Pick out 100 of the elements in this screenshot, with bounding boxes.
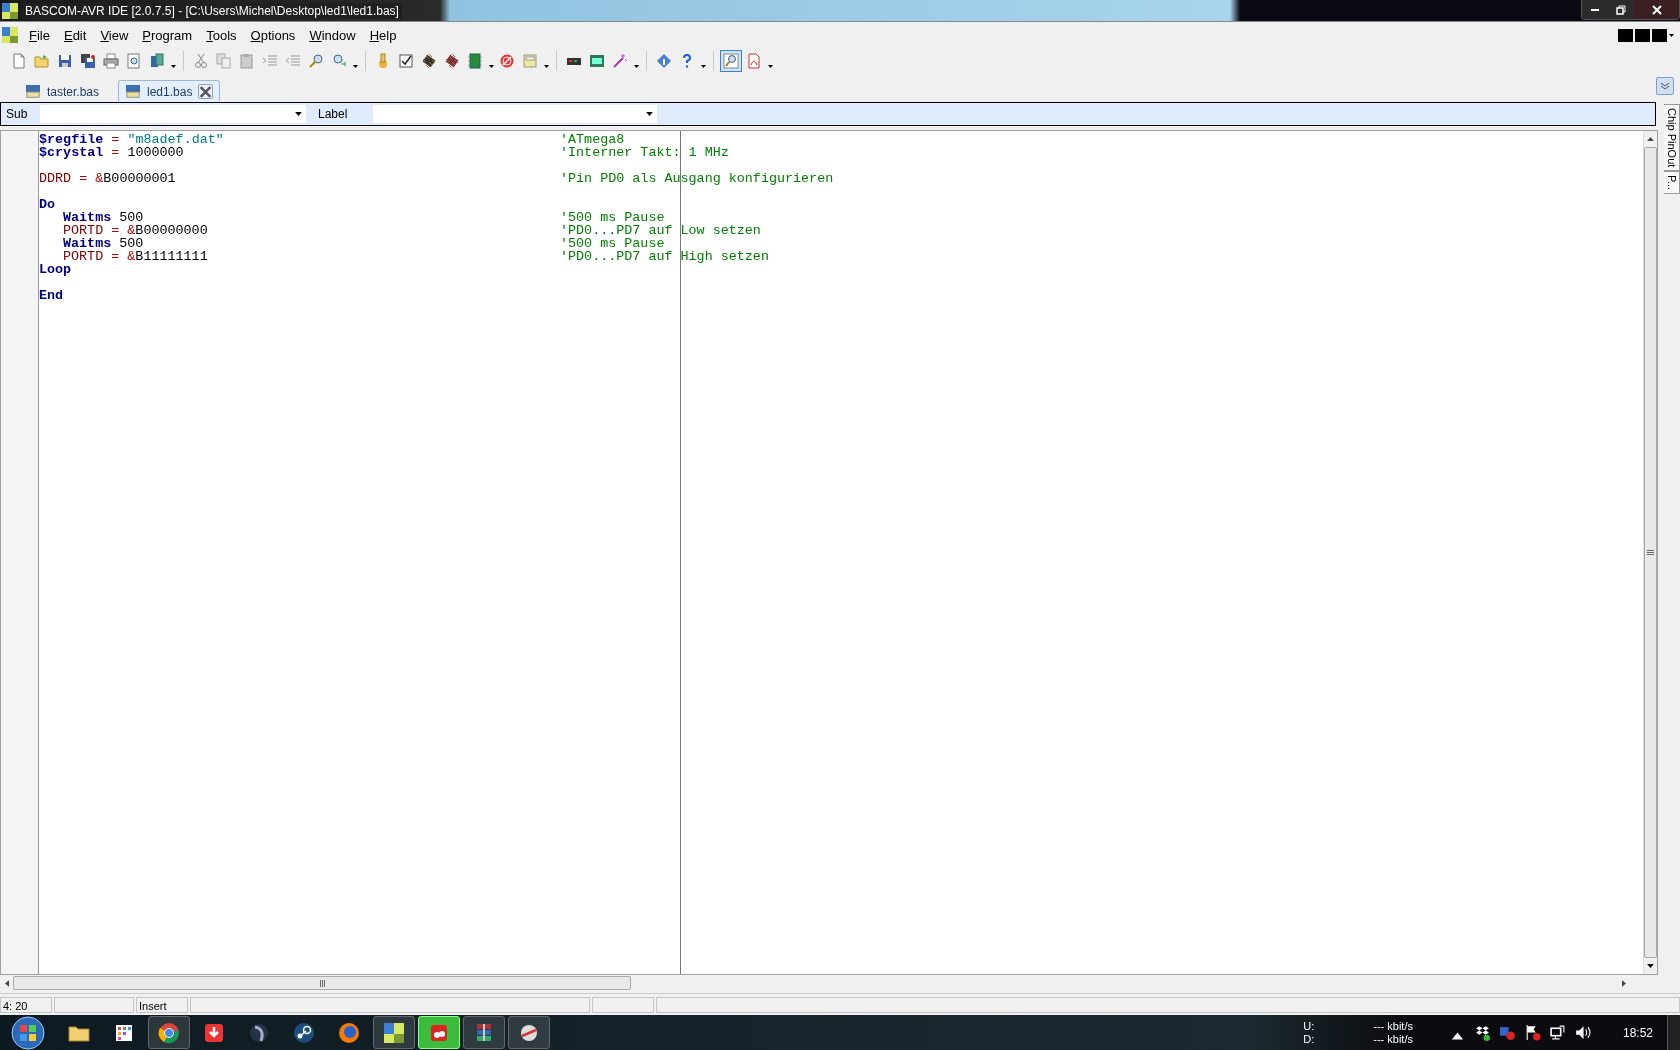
zoom-icon bbox=[723, 53, 739, 69]
upload-label: U: bbox=[1303, 1019, 1316, 1033]
tab-close-button[interactable] bbox=[198, 84, 214, 99]
menu-item[interactable]: File bbox=[22, 25, 57, 45]
print-preview-icon bbox=[126, 53, 142, 69]
double-chevron-icon bbox=[1660, 82, 1670, 90]
start-button[interactable] bbox=[8, 1015, 48, 1050]
menu-item[interactable]: Help bbox=[362, 25, 404, 45]
download-label: D: bbox=[1303, 1032, 1316, 1046]
code-comment: 'Interner Takt: 1 MHz bbox=[560, 146, 729, 159]
info-icon bbox=[656, 53, 672, 69]
sub-label: Sub bbox=[5, 107, 29, 121]
code-line: PORTD = &B00000000 bbox=[62, 224, 209, 237]
menu-item[interactable]: Program bbox=[135, 25, 200, 45]
restore-icon bbox=[1616, 4, 1626, 15]
code-line: PORTD = &B11111111 bbox=[62, 250, 209, 263]
minimize-icon bbox=[1591, 8, 1599, 11]
app-logo-icon bbox=[383, 1021, 405, 1044]
speaker-icon[interactable] bbox=[1573, 1024, 1591, 1041]
wand-icon bbox=[612, 53, 628, 69]
file-icon bbox=[25, 84, 41, 99]
checkbox-icon bbox=[398, 53, 414, 69]
taskbar-button[interactable] bbox=[508, 1016, 550, 1049]
browser-icon bbox=[158, 1021, 180, 1044]
caret-icon bbox=[295, 112, 302, 116]
restore-button[interactable] bbox=[1608, 0, 1634, 19]
zoom-button[interactable] bbox=[720, 50, 742, 72]
stop-icon bbox=[499, 53, 515, 69]
close-icon bbox=[1651, 4, 1662, 15]
upload-rate: --- kbit/s bbox=[1373, 1019, 1413, 1033]
status-panel bbox=[592, 997, 654, 1013]
code-line: End bbox=[39, 289, 65, 302]
search-icon bbox=[308, 53, 324, 69]
code-line: $regfile = "m8adef.dat" bbox=[39, 133, 225, 146]
scroll-up-arrow-icon[interactable] bbox=[1647, 137, 1654, 141]
file-icon bbox=[125, 84, 142, 99]
copy-icon bbox=[216, 53, 232, 69]
cursor-position: 4: 20 bbox=[0, 997, 52, 1013]
outdent-icon bbox=[285, 53, 301, 69]
network-error-icon[interactable] bbox=[1498, 1024, 1516, 1041]
menu-item[interactable]: Edit bbox=[56, 25, 94, 45]
save-all-icon bbox=[80, 53, 96, 69]
code-line: Loop bbox=[39, 263, 73, 276]
taskbar-button[interactable] bbox=[148, 1016, 190, 1049]
edit-mode: Insert bbox=[136, 997, 188, 1013]
taskbar-button[interactable] bbox=[463, 1016, 505, 1049]
scroll-left-arrow-icon[interactable] bbox=[4, 979, 9, 987]
taskbar-button[interactable] bbox=[373, 1016, 415, 1049]
menu-item[interactable]: Window bbox=[302, 25, 363, 45]
menu-item[interactable]: Options bbox=[243, 25, 303, 45]
lcd-icon bbox=[589, 53, 605, 69]
new-page-icon bbox=[11, 53, 27, 69]
code-line: DDRD = &B00000001 bbox=[39, 172, 177, 185]
code-comment: 'Pin PD0 als Ausgang konfigurieren bbox=[560, 172, 834, 185]
folder-icon bbox=[34, 53, 50, 69]
scroll-thumb[interactable] bbox=[13, 976, 631, 990]
code-line: Waitms 500 bbox=[62, 237, 145, 250]
scroll-down-arrow-icon[interactable] bbox=[1647, 964, 1654, 968]
scissors-icon bbox=[193, 53, 209, 69]
network-icon[interactable] bbox=[1548, 1024, 1566, 1041]
save-icon bbox=[57, 53, 73, 69]
paste-icon bbox=[239, 53, 255, 69]
label-label: Label bbox=[317, 107, 349, 121]
code-line: Waitms 500 bbox=[62, 211, 145, 224]
code-line: $crystal = 1000000 bbox=[39, 146, 185, 159]
minimize-button[interactable] bbox=[1582, 0, 1608, 19]
side-panel-tab[interactable]: Chip PinOut bbox=[1664, 104, 1680, 172]
collapse-button[interactable] bbox=[1656, 77, 1674, 95]
code-line: Do bbox=[39, 198, 57, 211]
minimize-document-button[interactable] bbox=[1618, 28, 1633, 42]
code-comment: 'PD0...PD7 auf Low setzen bbox=[560, 224, 761, 237]
file-tab[interactable]: taster.bas bbox=[18, 80, 107, 102]
close-button[interactable] bbox=[1634, 0, 1679, 19]
code-comment: '500 ms Pause bbox=[560, 237, 665, 250]
caret-icon bbox=[646, 112, 653, 116]
close-document-button[interactable] bbox=[1652, 28, 1667, 42]
crescent-icon bbox=[248, 1021, 270, 1044]
dropbox-icon[interactable] bbox=[1473, 1024, 1491, 1041]
book-icon bbox=[149, 53, 165, 69]
file-tab[interactable]: led1.bas bbox=[118, 80, 221, 102]
scroll-right-arrow-icon[interactable] bbox=[1621, 979, 1626, 987]
gear-icon bbox=[293, 1021, 315, 1044]
pdf-icon bbox=[746, 53, 762, 69]
circuit-board-icon bbox=[467, 53, 483, 69]
calculator-icon bbox=[522, 53, 538, 69]
side-panel-tab[interactable]: P... bbox=[1664, 171, 1680, 195]
menu-item[interactable]: Tools bbox=[199, 25, 244, 45]
window-title: BASCOM-AVR IDE [2.0.7.5] - [C:\Users\Michel\Desktop\led1\led1.bas] bbox=[22, 2, 402, 19]
menu-item[interactable]: View bbox=[93, 25, 136, 45]
restore-document-button[interactable] bbox=[1635, 28, 1650, 42]
app-logo-icon bbox=[2, 2, 18, 19]
printer-icon bbox=[103, 53, 119, 69]
caret-icon[interactable] bbox=[1669, 33, 1674, 37]
code-comment: 'PD0...PD7 auf High setzen bbox=[560, 250, 769, 263]
clock: 18:52 bbox=[1622, 1025, 1653, 1040]
code-comment: 'ATmega8 bbox=[560, 133, 625, 146]
search-next-icon bbox=[331, 53, 347, 69]
code-comment: '500 ms Pause bbox=[560, 211, 665, 224]
download-rate: --- kbit/s bbox=[1373, 1032, 1413, 1046]
indent-icon bbox=[262, 53, 278, 69]
